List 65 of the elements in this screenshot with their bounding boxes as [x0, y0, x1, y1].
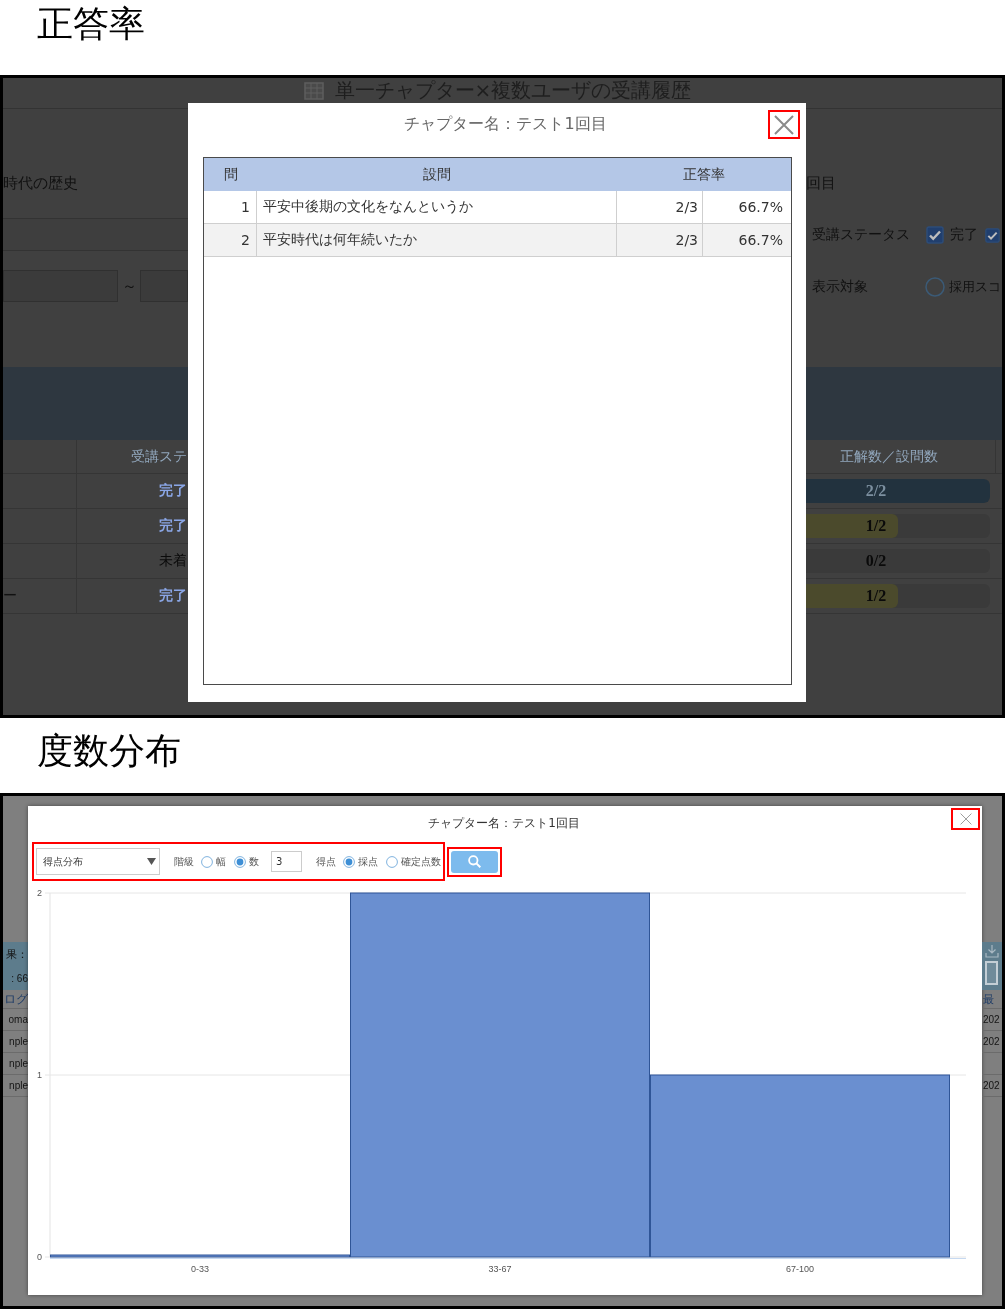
y-tick-label: 2 — [37, 888, 42, 898]
cell-text: nple — [9, 1036, 28, 1047]
cell-text: nple — [9, 1080, 28, 1091]
date-text: 202 — [983, 1036, 1000, 1047]
input-field[interactable] — [3, 218, 188, 251]
section-heading: 正答率 — [37, 4, 145, 44]
section-heading: 度数分布 — [37, 731, 181, 771]
cell-text: oma — [8, 1014, 28, 1025]
radio-button[interactable] — [201, 855, 213, 868]
option-label: 幅 — [216, 854, 226, 869]
y-tick-label: 0 — [37, 1252, 42, 1262]
radio-button[interactable] — [343, 855, 355, 868]
checkbox[interactable] — [926, 226, 944, 244]
dropdown[interactable]: 得点分布 — [36, 848, 160, 875]
field-label: 階級 — [174, 854, 194, 869]
number-field[interactable]: 3 — [271, 851, 302, 872]
grid-icon — [303, 81, 324, 100]
column-header: 正答率 — [683, 165, 725, 184]
radio-button[interactable] — [234, 855, 246, 868]
column-header: ログ — [4, 992, 28, 1006]
date-text: 202 — [983, 1014, 1000, 1025]
column-header: 最 — [983, 991, 994, 1007]
option-label: 確定点数 — [401, 854, 441, 869]
status-text: 完了 — [159, 587, 187, 605]
radio-button[interactable] — [386, 855, 398, 868]
search-icon — [468, 855, 481, 868]
radio-button[interactable] — [925, 277, 945, 297]
question-number: 2 — [240, 232, 251, 248]
status-text: 完了 — [159, 517, 187, 535]
summary-text: 果： — [6, 947, 28, 961]
modal-title: チャプター名：テスト1回目 — [428, 816, 580, 830]
question-number: 1 — [240, 199, 251, 215]
question-text: 平安時代は何年続いたか — [262, 231, 418, 249]
x-tick-label: 67-100 — [786, 1264, 814, 1274]
option-label: 採点 — [358, 854, 378, 869]
checkbox[interactable] — [985, 227, 1000, 243]
close-icon — [959, 813, 972, 825]
column-header: 正解数／設問数 — [839, 447, 938, 466]
answer-count: 2/3 — [674, 199, 699, 215]
caret-icon — [147, 858, 156, 865]
close-icon — [774, 114, 794, 135]
score-reading: 1/2 — [865, 587, 887, 605]
option-label: 数 — [249, 854, 259, 869]
download-icon — [985, 944, 999, 958]
answer-rate: 66.7% — [737, 232, 784, 248]
range-separator: ～ — [121, 276, 137, 296]
answer-rate: 66.7% — [737, 199, 784, 215]
score-reading: 1/2 — [865, 517, 887, 535]
field-label: 得点 — [316, 854, 336, 869]
x-tick-label: 0-33 — [191, 1264, 209, 1274]
answer-count: 2/3 — [674, 232, 699, 248]
x-tick-label: 33-67 — [488, 1264, 512, 1274]
date-field[interactable] — [140, 270, 188, 302]
column-header: 設問 — [423, 165, 451, 184]
score-reading: 2/2 — [865, 482, 887, 500]
column-header: 問 — [223, 165, 238, 184]
status-text: 完了 — [159, 482, 187, 500]
date-field[interactable] — [3, 270, 118, 302]
cell-text: nple — [9, 1058, 28, 1069]
summary-text: : 66 — [11, 971, 28, 985]
column-header: 受講ステ — [131, 447, 187, 466]
question-text: 平安中後期の文化をなんというか — [262, 198, 474, 216]
date-text: 202 — [983, 1080, 1000, 1091]
modal-title: チャプター名：テスト1回目 — [404, 114, 607, 135]
y-tick-label: 1 — [37, 1070, 42, 1080]
